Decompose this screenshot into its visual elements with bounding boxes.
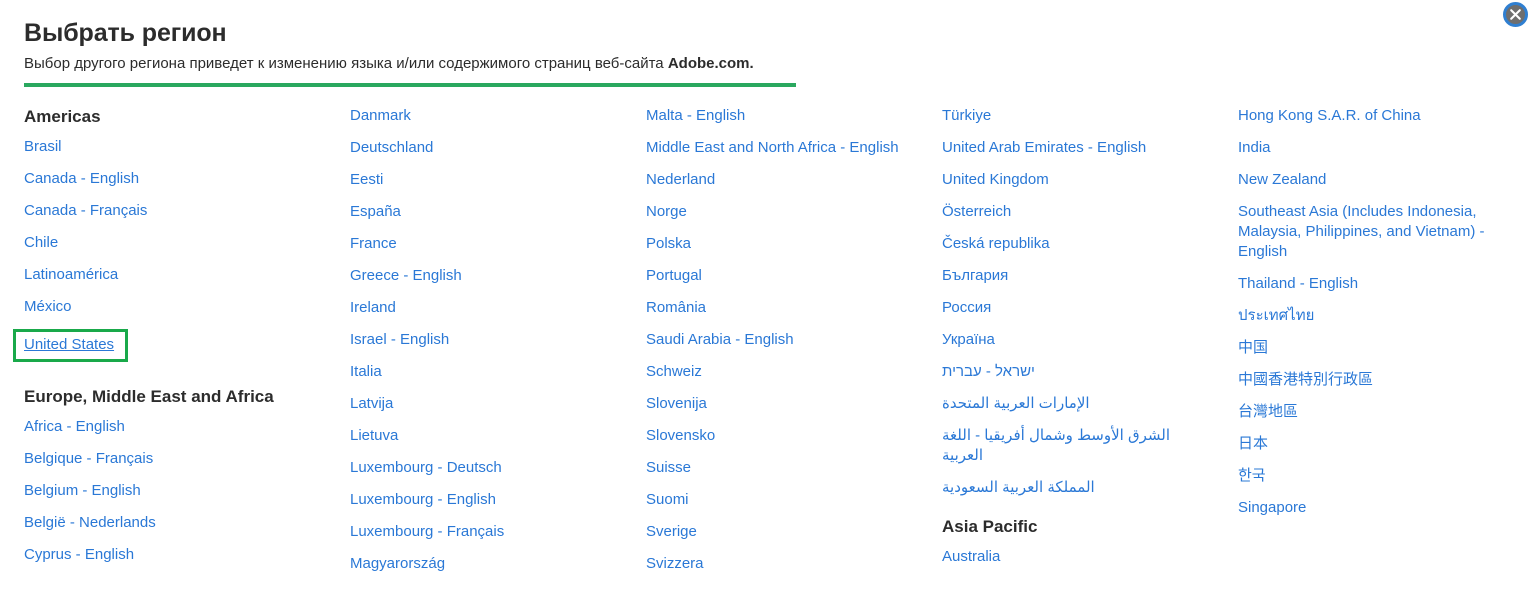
region-link[interactable]: Ireland [350,298,615,318]
region-link[interactable]: المملكة العربية السعودية [942,478,1207,498]
region-link[interactable]: New Zealand [1238,170,1503,190]
region-link[interactable]: Chile [24,233,289,253]
region-link[interactable]: Belgique - Français [24,449,289,469]
region-link[interactable]: Polska [646,234,911,254]
region-link[interactable]: Lietuva [350,426,615,446]
region-link[interactable]: Norge [646,202,911,222]
dialog-subtitle: Выбор другого региона приведет к изменен… [24,54,796,74]
region-link[interactable]: Singapore [1238,498,1503,518]
page-title: Выбрать регион [24,19,227,47]
region-link[interactable]: Africa - English [24,417,289,437]
region-link[interactable]: Nederland [646,170,911,190]
region-link[interactable]: Россия [942,298,1207,318]
subtitle-divider: Выбор другого региона приведет к изменен… [24,54,796,87]
region-link[interactable]: 한국 [1238,466,1503,486]
region-link[interactable]: 中国 [1238,338,1503,358]
region-link[interactable]: 日本 [1238,434,1503,454]
region-column: Türkiye United Arab Emirates - English Uni… [918,106,1214,586]
region-group-heading: Americas [24,107,101,126]
region-link[interactable]: Hong Kong S.A.R. of China [1238,106,1503,126]
region-link[interactable]: Malta - English [646,106,911,126]
region-link[interactable]: India [1238,138,1503,158]
region-link[interactable]: Cyprus - English [24,545,289,565]
region-link[interactable]: Portugal [646,266,911,286]
region-link[interactable]: Australia [942,547,1207,567]
region-link[interactable]: Greece - English [350,266,615,286]
region-group-heading: Asia Pacific [942,517,1038,536]
region-link[interactable]: Luxembourg - English [350,490,615,510]
region-link[interactable]: Latvija [350,394,615,414]
region-link[interactable]: Luxembourg - Deutsch [350,458,615,478]
region-link[interactable]: Canada - English [24,169,289,189]
region-link[interactable]: Luxembourg - Français [350,522,615,542]
region-link[interactable]: Schweiz [646,362,911,382]
region-link[interactable]: Belgium - English [24,481,289,501]
region-link[interactable]: Middle East and North Africa - English [646,138,911,158]
region-link[interactable]: Magyarország [350,554,615,574]
region-link[interactable]: Україна [942,330,1207,350]
region-link[interactable]: Deutschland [350,138,615,158]
region-link[interactable]: Thailand - English [1238,274,1503,294]
region-column: Malta - English Middle East and North Afr… [622,106,918,586]
region-link[interactable]: United States [24,335,114,355]
region-link[interactable]: United Kingdom [942,170,1207,190]
region-link[interactable]: ישראל - עברית [942,362,1207,382]
subtitle-text: Выбор другого региона приведет к изменен… [24,55,668,72]
region-column: Americas Brasil Canada - English Canada - F… [0,106,326,586]
region-link[interactable]: Latinoamérica [24,265,289,285]
region-link[interactable]: 台灣地區 [1238,402,1503,422]
region-link[interactable]: México [24,297,289,317]
region-link[interactable]: España [350,202,615,222]
close-dialog-button[interactable] [1503,2,1528,27]
region-columns: Americas Brasil Canada - English Canada - F… [0,106,1531,586]
close-icon [1509,8,1522,21]
region-link[interactable]: Slovenija [646,394,911,414]
region-link[interactable]: Česká republika [942,234,1207,254]
region-link[interactable]: الإمارات العربية المتحدة [942,394,1207,414]
region-link[interactable]: Israel - English [350,330,615,350]
region-link[interactable]: Suomi [646,490,911,510]
region-link[interactable]: България [942,266,1207,286]
region-link[interactable]: Suisse [646,458,911,478]
region-link[interactable]: 中國香港特別行政區 [1238,370,1503,390]
region-link[interactable]: الشرق الأوسط وشمال أفريقيا - اللغة العرب… [942,426,1207,466]
region-link[interactable]: ประเทศไทย [1238,306,1503,326]
region-link[interactable]: Slovensko [646,426,911,446]
region-link[interactable]: België - Nederlands [24,513,289,533]
dialog-header: Выбрать регион Выбор другого региона при… [0,0,1531,87]
region-link[interactable]: Canada - Français [24,201,289,221]
region-column: Danmark Deutschland Eesti España France Greec… [326,106,622,586]
region-link[interactable]: United Arab Emirates - English [942,138,1207,158]
region-link[interactable]: Saudi Arabia - English [646,330,911,350]
region-link[interactable]: Danmark [350,106,615,126]
region-link[interactable]: France [350,234,615,254]
region-link[interactable]: Österreich [942,202,1207,222]
brand-name: Adobe.com. [667,55,754,72]
region-column: Hong Kong S.A.R. of China India New Zealan… [1214,106,1531,586]
region-link[interactable]: Southeast Asia (Includes Indonesia, Mala… [1238,202,1503,262]
region-link[interactable]: Türkiye [942,106,1207,126]
region-link[interactable]: Brasil [24,137,289,157]
region-link[interactable]: Sverige [646,522,911,542]
region-link[interactable]: România [646,298,911,318]
region-link[interactable]: Italia [350,362,615,382]
region-link[interactable]: Svizzera [646,554,911,574]
selected-region-highlight[interactable]: United States [13,329,129,362]
region-group-heading: Europe, Middle East and Africa [24,387,274,406]
region-link[interactable]: Eesti [350,170,615,190]
